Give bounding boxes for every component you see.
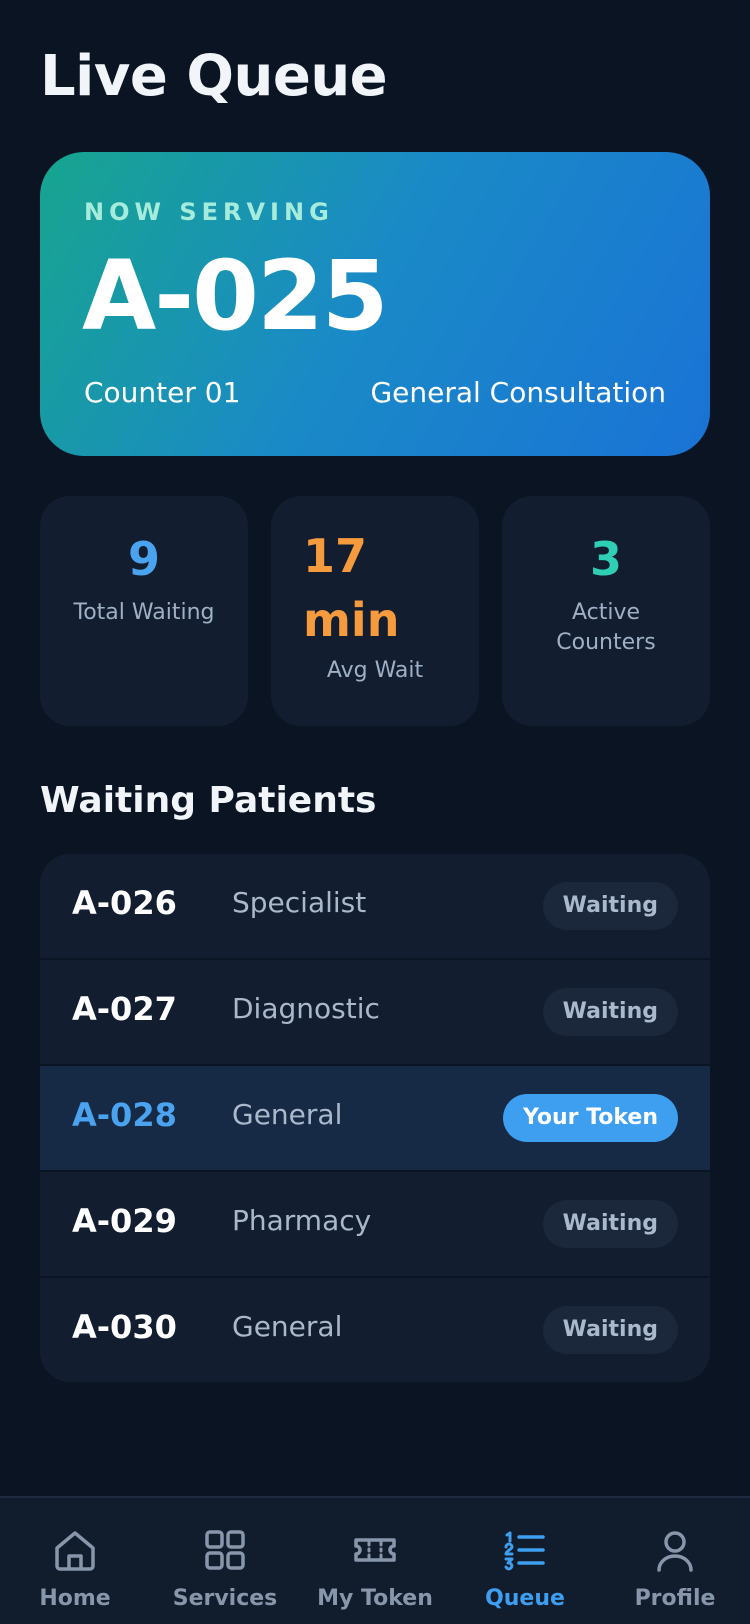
queue-stats: 9 Total Waiting 17 min Avg Wait 3 Active C…	[40, 496, 710, 726]
stat-total-waiting-label: Total Waiting	[73, 600, 215, 625]
your-token-badge: Your Token	[502, 1094, 678, 1142]
user-icon	[657, 1531, 693, 1572]
stat-total-waiting: 9 Total Waiting	[40, 496, 248, 726]
queue-row-token: A-026	[72, 884, 177, 922]
queue-row[interactable]: A-026 Specialist Waiting	[40, 854, 710, 960]
queue-row-service: Pharmacy	[232, 1204, 372, 1237]
stat-avg-wait: 17 min Avg Wait	[271, 496, 479, 726]
nav-label-queue: Queue	[485, 1586, 565, 1611]
queue-row-service: Specialist	[232, 886, 367, 919]
live-queue-screen: Live Queue NOW SERVING A-025 Counter 01 …	[0, 0, 750, 1624]
stat-active-counters-label: Active Counters	[556, 600, 656, 655]
waiting-patients-title: Waiting Patients	[40, 780, 377, 821]
home-icon	[55, 1531, 95, 1571]
nav-item-services[interactable]: Services	[150, 1498, 300, 1624]
nav-label-services: Services	[172, 1586, 278, 1611]
status-badge: Waiting	[542, 882, 678, 930]
queue-row[interactable]: A-029 Pharmacy Waiting	[40, 1172, 710, 1278]
list-icon	[504, 1531, 545, 1571]
now-serving-token: A-025	[82, 240, 389, 352]
nav-item-my-token[interactable]: My Token	[300, 1498, 450, 1624]
stat-active-counters: 3 Active Counters	[502, 496, 710, 726]
nav-label-home: Home	[39, 1586, 111, 1611]
nav-label-my-token: My Token	[317, 1586, 433, 1611]
now-serving-card: NOW SERVING A-025 Counter 01 General Con…	[40, 152, 710, 456]
nav-item-profile[interactable]: Profile	[600, 1498, 750, 1624]
stat-avg-wait-label: Avg Wait	[326, 658, 424, 683]
status-badge: Waiting	[542, 1306, 678, 1354]
ticket-icon	[354, 1538, 396, 1562]
queue-row-token: A-029	[72, 1202, 177, 1240]
now-serving-counter: Counter 01	[84, 376, 241, 409]
queue-row-token: A-028	[72, 1096, 177, 1134]
status-badge: Waiting	[542, 988, 678, 1036]
queue-row-token: A-027	[72, 990, 177, 1028]
stat-total-waiting-value: 9	[127, 532, 160, 586]
bottom-nav: Home Services My Token Queue Profile	[0, 1496, 750, 1624]
nav-item-home[interactable]: Home	[0, 1498, 150, 1624]
now-serving-service: General Consultation	[370, 376, 666, 409]
nav-label-profile: Profile	[634, 1586, 716, 1611]
stat-avg-wait-value: 17 min	[303, 529, 400, 647]
grid-icon	[205, 1530, 245, 1570]
status-badge: Waiting	[542, 1200, 678, 1248]
queue-row-service: General	[232, 1098, 343, 1131]
queue-row-token: A-030	[72, 1308, 177, 1346]
queue-row[interactable]: A-030 General Waiting	[40, 1278, 710, 1382]
page-title: Live Queue	[40, 44, 388, 109]
waiting-patients-list: A-026 Specialist Waiting A-027 Diagnosti…	[40, 854, 710, 1382]
stat-active-counters-value: 3	[589, 532, 622, 586]
queue-row[interactable]: A-027 Diagnostic Waiting	[40, 960, 710, 1066]
queue-row-your-token[interactable]: A-028 General Your Token	[40, 1066, 710, 1172]
queue-row-service: Diagnostic	[232, 992, 380, 1025]
now-serving-label: NOW SERVING	[84, 198, 334, 226]
queue-row-service: General	[232, 1310, 343, 1343]
nav-item-queue[interactable]: Queue	[450, 1498, 600, 1624]
